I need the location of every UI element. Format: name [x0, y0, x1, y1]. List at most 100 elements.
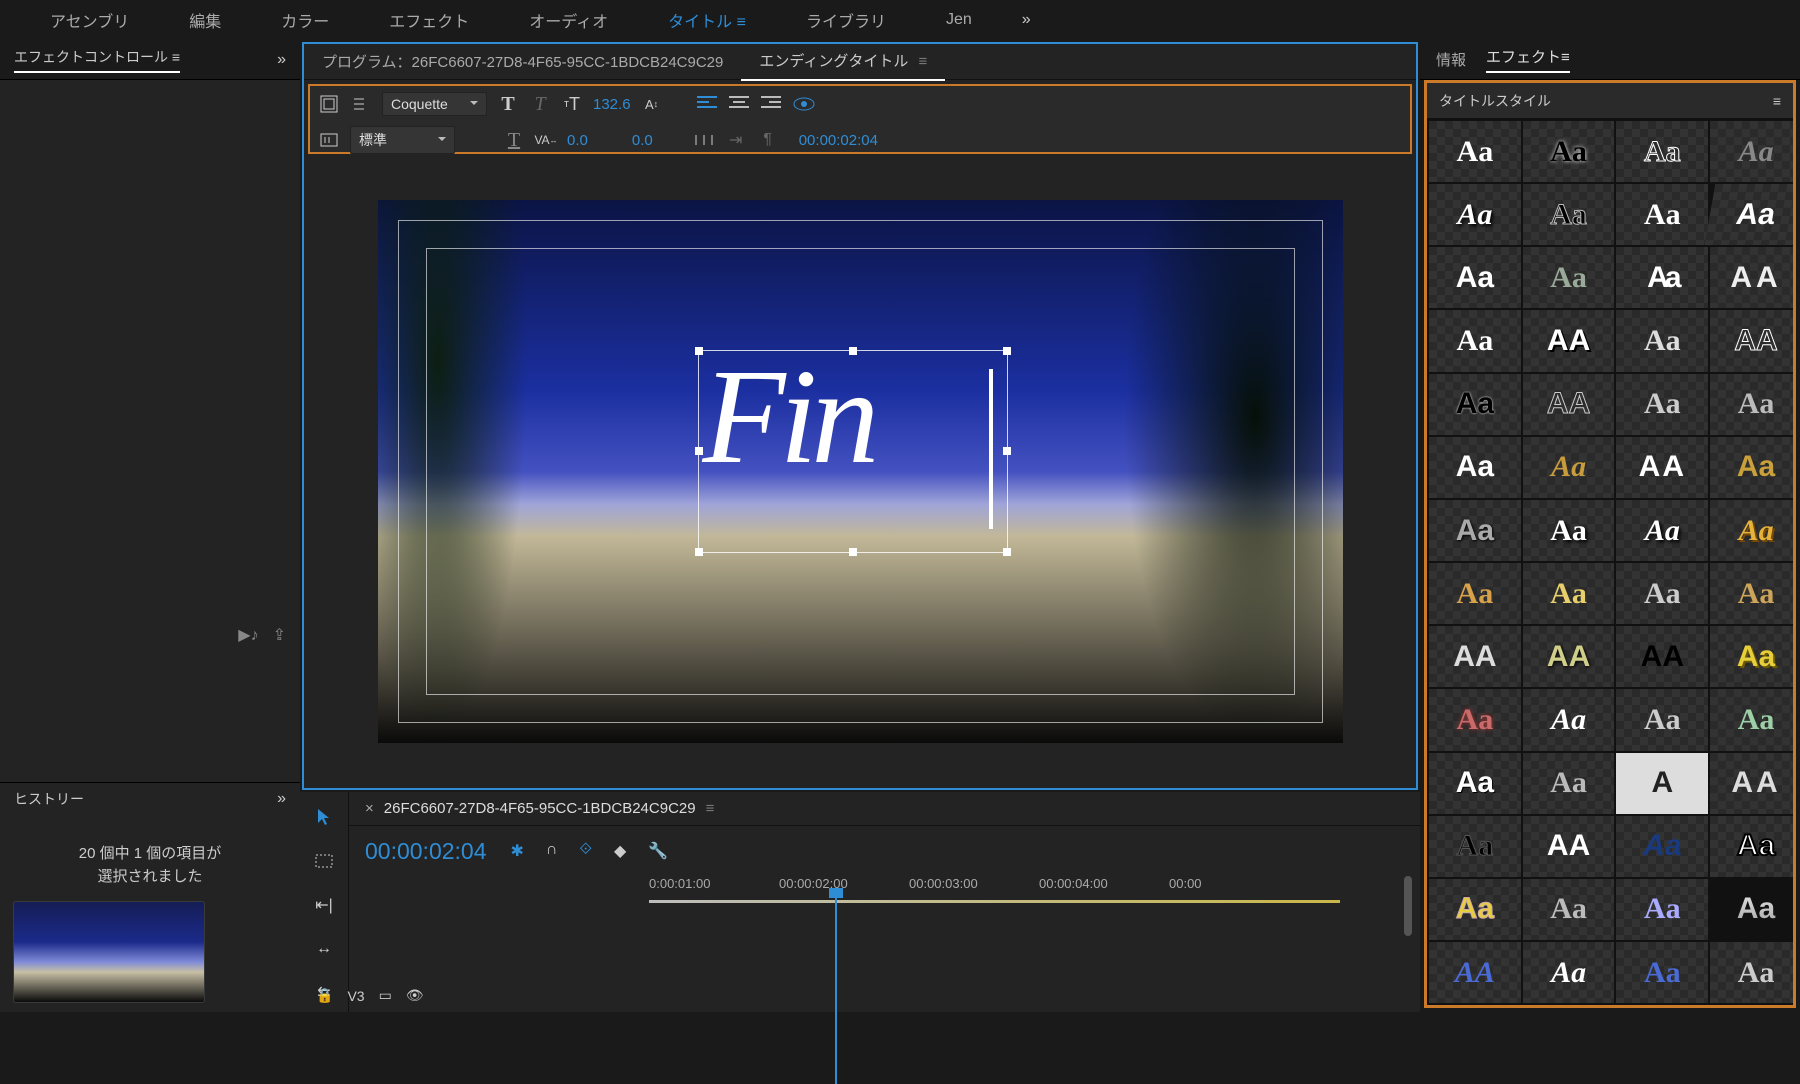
- title-style-swatch[interactable]: Aa: [1616, 247, 1708, 308]
- track-visibility-icon[interactable]: 👁: [406, 987, 424, 1004]
- resize-handle[interactable]: [849, 548, 857, 556]
- title-style-swatch[interactable]: Aa: [1523, 247, 1615, 308]
- title-style-swatch[interactable]: Aa: [1429, 121, 1521, 182]
- panel-overflow-button[interactable]: »: [277, 790, 286, 808]
- tracking-value[interactable]: 0.0: [567, 132, 588, 149]
- title-style-swatch[interactable]: Aa: [1523, 689, 1615, 750]
- track-label[interactable]: V3: [347, 988, 364, 1004]
- title-style-swatch[interactable]: AA: [1616, 437, 1708, 498]
- resize-handle[interactable]: [695, 347, 703, 355]
- title-style-swatch[interactable]: Aa: [1429, 500, 1521, 561]
- rate-stretch-tool[interactable]: ↔: [313, 938, 335, 960]
- title-style-swatch[interactable]: Aa: [1616, 500, 1708, 561]
- title-text-content[interactable]: Fin: [703, 339, 874, 495]
- title-style-swatch[interactable]: Aa: [1710, 816, 1793, 877]
- roll-crawl-icon[interactable]: [350, 93, 372, 115]
- title-style-swatch[interactable]: Aa: [1429, 310, 1521, 371]
- title-style-swatch[interactable]: Aa: [1616, 310, 1708, 371]
- distribute-icon[interactable]: [693, 129, 715, 151]
- workspace-overflow-button[interactable]: »: [1022, 11, 1031, 29]
- workspace-tab-titles[interactable]: タイトル ≡: [638, 0, 776, 42]
- align-center-button[interactable]: [729, 95, 751, 113]
- workspace-tab-audio[interactable]: オーディオ: [499, 0, 638, 42]
- ripple-edit-tool[interactable]: ⇤|: [313, 894, 335, 916]
- effects-tab[interactable]: エフェクト≡: [1486, 46, 1570, 73]
- kerning-icon[interactable]: A↕: [641, 93, 663, 115]
- title-style-swatch[interactable]: Aa: [1616, 563, 1708, 624]
- align-left-button[interactable]: [697, 95, 719, 113]
- panel-overflow-button[interactable]: »: [277, 51, 286, 69]
- title-templates-icon[interactable]: [318, 93, 340, 115]
- work-area-bar[interactable]: [649, 900, 1340, 903]
- program-tab-sequence[interactable]: プログラム：26FC6607-27D8-4F65-95CC-1BDCB24C9C…: [304, 43, 741, 80]
- title-style-swatch[interactable]: AA: [1429, 626, 1521, 687]
- font-family-select[interactable]: Coquette: [382, 92, 487, 116]
- title-text-bounding-box[interactable]: Fin: [698, 350, 1008, 553]
- title-style-swatch[interactable]: AA: [1429, 942, 1521, 1003]
- project-thumbnail[interactable]: [14, 902, 204, 1002]
- leading-value[interactable]: 0.0: [632, 132, 653, 149]
- title-style-swatch[interactable]: Aa: [1616, 689, 1708, 750]
- title-style-swatch[interactable]: Aa: [1710, 879, 1793, 940]
- title-style-swatch[interactable]: AA: [1710, 753, 1793, 814]
- title-style-swatch[interactable]: Aa: [1616, 942, 1708, 1003]
- title-style-swatch[interactable]: Aa: [1523, 942, 1615, 1003]
- title-style-swatch[interactable]: Aa: [1710, 374, 1793, 435]
- title-style-swatch[interactable]: Aa: [1523, 184, 1615, 245]
- title-style-swatch[interactable]: Aa: [1616, 121, 1708, 182]
- workspace-tab-color[interactable]: カラー: [251, 0, 359, 42]
- effect-controls-tab[interactable]: エフェクトコントロール ≡: [14, 47, 180, 73]
- linked-selection-icon[interactable]: ⟐: [579, 841, 592, 861]
- title-style-swatch[interactable]: Aa: [1710, 437, 1793, 498]
- align-right-button[interactable]: [761, 95, 783, 113]
- italic-button[interactable]: T: [529, 93, 551, 115]
- title-style-swatch[interactable]: Aa: [1523, 437, 1615, 498]
- title-style-swatch[interactable]: Aa: [1523, 500, 1615, 561]
- title-style-swatch[interactable]: Aa: [1523, 753, 1615, 814]
- title-style-swatch[interactable]: Aa: [1616, 816, 1708, 877]
- title-style-swatch[interactable]: Aa: [1710, 500, 1793, 561]
- title-style-swatch[interactable]: Aa: [1429, 374, 1521, 435]
- toolbar-timecode[interactable]: 00:00:02:04: [799, 132, 878, 149]
- wrench-icon[interactable]: 🔧: [648, 841, 668, 861]
- title-style-swatch[interactable]: A: [1616, 753, 1708, 814]
- timeline-scrollbar[interactable]: [1404, 876, 1412, 936]
- title-style-swatch[interactable]: Aa: [1705, 184, 1793, 245]
- snap-toggle[interactable]: ✱: [511, 841, 524, 861]
- track-select-tool[interactable]: [313, 850, 335, 872]
- font-weight-select[interactable]: 標準: [350, 126, 455, 154]
- workspace-tab-editing[interactable]: 編集: [159, 0, 251, 42]
- selection-tool[interactable]: [313, 806, 335, 828]
- magnet-icon[interactable]: ∩: [546, 841, 558, 861]
- title-style-swatch[interactable]: Aa: [1710, 626, 1793, 687]
- share-icon[interactable]: ⇪: [273, 625, 286, 645]
- track-target-icon[interactable]: ▭: [379, 987, 392, 1004]
- tab-stops-icon[interactable]: [318, 129, 340, 151]
- sequence-name[interactable]: 26FC6607-27D8-4F65-95CC-1BDCB24C9C29: [384, 800, 696, 817]
- panel-menu-icon[interactable]: ≡: [1773, 93, 1781, 109]
- title-style-swatch[interactable]: Aa: [1523, 563, 1615, 624]
- title-style-swatch[interactable]: Aa: [1710, 942, 1793, 1003]
- title-style-swatch[interactable]: AA: [1523, 374, 1615, 435]
- title-style-swatch[interactable]: Aa: [1616, 374, 1708, 435]
- title-style-swatch[interactable]: Aa: [1429, 879, 1521, 940]
- title-style-swatch[interactable]: Aa: [1429, 563, 1521, 624]
- title-style-swatch[interactable]: Aa: [1429, 816, 1521, 877]
- bold-button[interactable]: T: [497, 93, 519, 115]
- resize-handle[interactable]: [695, 447, 703, 455]
- title-style-swatch[interactable]: Aa: [1710, 563, 1793, 624]
- history-tab[interactable]: ヒストリー: [14, 789, 84, 809]
- workspace-tab-jen[interactable]: Jen: [916, 1, 1002, 39]
- play-audio-icon[interactable]: ▶♪: [238, 625, 258, 645]
- workspace-tab-libraries[interactable]: ライブラリ: [776, 0, 916, 42]
- tab-left-icon[interactable]: ⇥: [725, 129, 747, 151]
- resize-handle[interactable]: [1003, 347, 1011, 355]
- title-style-swatch[interactable]: Aa: [1710, 121, 1793, 182]
- title-style-swatch[interactable]: Aa: [1523, 879, 1615, 940]
- font-size-value[interactable]: 132.6: [593, 96, 631, 113]
- title-style-swatch[interactable]: Aa: [1616, 184, 1708, 245]
- timeline-timecode[interactable]: 00:00:02:04: [365, 838, 487, 865]
- title-style-swatch[interactable]: Aa: [1710, 689, 1793, 750]
- close-sequence-button[interactable]: ×: [365, 800, 374, 817]
- resize-handle[interactable]: [1003, 447, 1011, 455]
